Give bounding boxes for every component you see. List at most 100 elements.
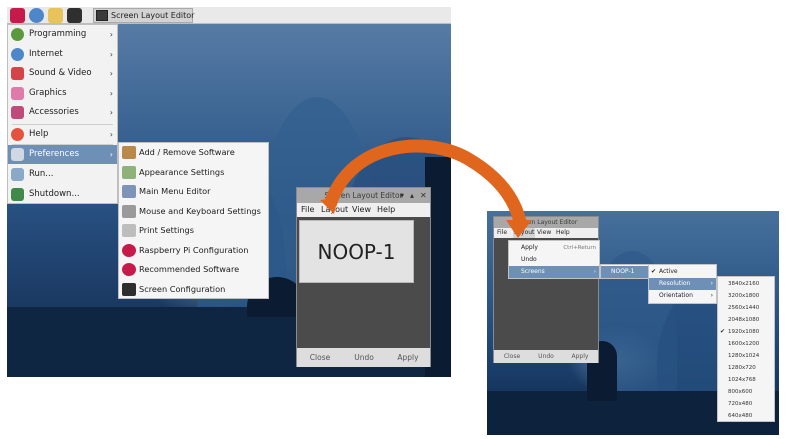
menu-item-apply[interactable]: Apply Ctrl+Return [509, 242, 599, 254]
resolution-label: 3200x1800 [728, 293, 760, 299]
resolution-label: 3840x2160 [728, 281, 760, 287]
accessories-icon [11, 106, 24, 119]
folder-icon[interactable] [48, 8, 63, 23]
chevron-right-icon: › [593, 269, 596, 275]
menu-item-help[interactable]: Help › [8, 125, 117, 144]
menu-help[interactable]: Help [556, 228, 570, 238]
menu-item-graphics[interactable]: Graphics › [8, 84, 117, 103]
menu-file[interactable]: File [301, 203, 314, 217]
monitor-icon [122, 282, 136, 296]
taskbar-window-button[interactable]: Screen Layout Editor [93, 8, 194, 23]
checkmark-icon: ✔ [651, 268, 657, 275]
menu-item-screen-configuration[interactable]: Screen Configuration [119, 280, 268, 300]
menu-file[interactable]: File [497, 228, 507, 238]
menu-item-label: Recommended Software [139, 264, 240, 274]
menu-item-run[interactable]: Run... [8, 165, 117, 184]
menu-item-sound-video[interactable]: Sound & Video › [8, 64, 117, 83]
window-button-bar: Close Undo Apply [297, 348, 430, 367]
menu-layout[interactable]: Layout [513, 228, 536, 238]
menu-item-label: Help [29, 128, 49, 139]
window-menubar: File Layout View Help [494, 228, 598, 238]
resolution-label: 2048x1080 [728, 317, 760, 323]
display-noop-1[interactable]: NOOP-1 [299, 220, 414, 283]
chevron-right-icon: › [710, 280, 713, 287]
printer-icon [122, 224, 136, 237]
close-icon[interactable]: ✕ [420, 189, 427, 202]
raspberry-icon[interactable] [10, 8, 25, 23]
menu-item-label: Shutdown... [29, 188, 80, 199]
maximize-icon[interactable]: ▴ [410, 189, 414, 202]
undo-button[interactable]: Undo [531, 351, 561, 362]
menu-item-label: Graphics [29, 87, 67, 98]
resolution-option[interactable]: 1280x1024 [718, 350, 774, 362]
window-title[interactable]: Screen Layout Editor [494, 217, 598, 228]
output-submenu: ✔ Active Resolution › Orientation › [648, 264, 717, 304]
preferences-submenu: Add / Remove Software Appearance Setting… [118, 142, 269, 299]
menu-item-preferences[interactable]: Preferences › [8, 145, 117, 164]
resolution-option[interactable]: 1280x720 [718, 362, 774, 374]
close-button[interactable]: Close [497, 351, 527, 362]
menu-item-orientation[interactable]: Orientation › [649, 290, 716, 302]
menu-item-label: Programming [29, 29, 87, 39]
menu-item-label: Mouse and Keyboard Settings [139, 205, 261, 216]
window-button-bar: Close Undo Apply [494, 350, 598, 363]
resolution-option[interactable]: 640x480 [718, 410, 774, 422]
menu-item-label: Screen Configuration [139, 283, 226, 294]
resolution-option[interactable]: 1600x1200 [718, 338, 774, 350]
screen-layout-editor-window: Screen Layout Editor ▾ ▴ ✕ File Layout V… [296, 187, 431, 367]
programming-icon [11, 28, 24, 41]
menu-item-label: Active [659, 268, 678, 275]
menu-editor-icon [122, 185, 136, 198]
chevron-right-icon: › [109, 69, 113, 78]
resolution-label: 1280x720 [728, 365, 756, 371]
resolution-option[interactable]: 3840x2160 [718, 278, 774, 290]
minimize-icon[interactable]: ▾ [400, 189, 404, 202]
menu-item-label: Add / Remove Software [139, 147, 235, 157]
menu-item-label: Orientation [659, 292, 693, 299]
menu-item-appearance-settings[interactable]: Appearance Settings [119, 163, 268, 183]
menu-item-active[interactable]: ✔ Active [649, 266, 716, 278]
menu-item-internet[interactable]: Internet › [8, 45, 117, 64]
menu-item-raspberry-pi-configuration[interactable]: Raspberry Pi Configuration [119, 241, 268, 261]
menu-item-print-settings[interactable]: Print Settings [119, 221, 268, 241]
chevron-right-icon: › [109, 108, 113, 117]
package-icon [122, 146, 136, 159]
shortcut-label: Ctrl+Return [563, 245, 596, 251]
menu-item-undo[interactable]: Undo [509, 254, 599, 266]
resolution-label: 1600x1200 [728, 341, 760, 347]
resolution-option[interactable]: 2560x1440 [718, 302, 774, 314]
menu-help[interactable]: Help [377, 203, 395, 217]
chevron-right-icon: › [109, 49, 113, 59]
menu-item-mouse-keyboard[interactable]: Mouse and Keyboard Settings [119, 202, 268, 222]
chevron-right-icon: › [710, 292, 713, 299]
menu-item-screens[interactable]: Screens › [509, 266, 599, 278]
apply-button[interactable]: Apply [389, 350, 427, 365]
sound-video-icon [11, 67, 24, 80]
menu-view[interactable]: View [352, 203, 371, 217]
resolution-option[interactable]: 3200x1800 [718, 290, 774, 302]
resolution-option[interactable]: 1024x768 [718, 374, 774, 386]
globe-icon[interactable] [29, 8, 44, 23]
taskbar: Screen Layout Editor [7, 7, 451, 24]
chevron-right-icon: › [109, 129, 113, 139]
menu-item-resolution[interactable]: Resolution › [649, 278, 716, 290]
menu-view[interactable]: View [537, 228, 551, 238]
menu-item-accessories[interactable]: Accessories › [8, 103, 117, 122]
apply-button[interactable]: Apply [565, 351, 595, 362]
menu-item-recommended-software[interactable]: Recommended Software [119, 260, 268, 280]
close-button[interactable]: Close [301, 350, 339, 365]
resolution-option[interactable]: 2048x1080 [718, 314, 774, 326]
resolution-option-selected[interactable]: ✔ 1920x1080 [718, 326, 774, 338]
monitor-icon [96, 10, 108, 21]
resolution-option[interactable]: 720x480 [718, 398, 774, 410]
menu-layout[interactable]: Layout [321, 203, 348, 217]
menu-item-shutdown[interactable]: Shutdown... [8, 185, 117, 204]
menu-item-add-remove-software[interactable]: Add / Remove Software [119, 143, 268, 163]
menu-item-programming[interactable]: Programming › [8, 25, 117, 44]
undo-button[interactable]: Undo [345, 350, 383, 365]
resolution-option[interactable]: 800x600 [718, 386, 774, 398]
run-icon [11, 168, 24, 181]
raspberry-icon [122, 243, 136, 257]
menu-item-main-menu-editor[interactable]: Main Menu Editor [119, 182, 268, 202]
terminal-icon[interactable] [67, 8, 82, 23]
